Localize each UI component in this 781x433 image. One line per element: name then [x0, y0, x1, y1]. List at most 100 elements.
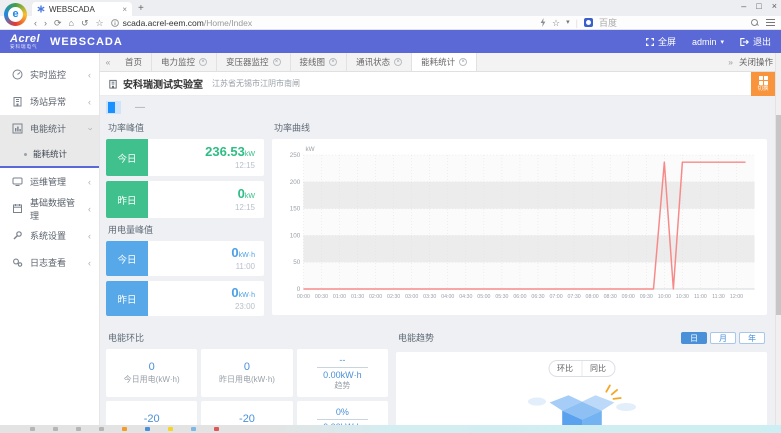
tab-wiring-diagram[interactable]: 接线图× — [291, 53, 348, 71]
user-menu[interactable]: admin ▾ — [692, 37, 724, 47]
taskbar-icon[interactable] — [99, 427, 104, 431]
svg-text:10:00: 10:00 — [658, 294, 671, 300]
svg-text:07:30: 07:30 — [568, 294, 581, 300]
taskbar-icon[interactable] — [191, 427, 196, 431]
search-icon[interactable] — [751, 19, 759, 27]
favorites-star-icon[interactable]: ☆ — [96, 17, 104, 29]
new-tab-button[interactable]: + — [138, 2, 144, 16]
svg-text:06:00: 06:00 — [513, 294, 526, 300]
month-trend-cell: 0% 0.00kW·h 趋势 — [297, 401, 388, 425]
address-bar: ‹ › ⟳ ⌂ ↺ ☆ scada.acrel-eem.com/Home/Ind… — [0, 16, 781, 30]
range-year-button[interactable]: 年 — [739, 332, 765, 344]
tab-home[interactable]: 首页 — [116, 53, 152, 71]
favicon-asterisk-icon — [37, 5, 45, 13]
svg-text:01:30: 01:30 — [351, 294, 364, 300]
tab-energy-stats[interactable]: 能耗统计 × — [412, 53, 477, 71]
url-path: /Home/Index — [204, 18, 252, 28]
sidebar-item-label: 运维管理 — [30, 175, 66, 188]
scrollbar-thumb[interactable] — [776, 115, 781, 315]
tab-transformer-monitor[interactable]: 变压器监控× — [217, 53, 291, 71]
logout-icon — [740, 38, 749, 46]
tab-close-icon[interactable]: × — [459, 58, 467, 66]
dropdown-chevron-icon[interactable]: ▾ — [566, 17, 570, 29]
legend-mom-pill[interactable]: 环比 — [549, 361, 581, 376]
svg-text:50: 50 — [293, 259, 301, 266]
taskbar-icon[interactable] — [30, 427, 35, 431]
value: -20 — [239, 412, 255, 425]
power-curve-svg[interactable]: 00:0000:3001:0001:3002:0002:3003:0003:30… — [276, 143, 763, 311]
tab-label: 能耗统计 — [421, 56, 455, 68]
chevron-left-icon: ‹ — [88, 97, 91, 107]
sidebar-item-realtime-monitor[interactable]: 实时监控 ‹ — [0, 61, 99, 88]
svg-text:02:00: 02:00 — [369, 294, 382, 300]
power-peak-today-time: 12:15 — [235, 161, 255, 171]
svg-text:09:00: 09:00 — [622, 294, 635, 300]
url-host: scada.acrel-eem.com — [123, 18, 204, 28]
switch-station-button[interactable]: 切换 — [751, 72, 775, 96]
tab-power-monitor[interactable]: 电力监控× — [152, 53, 217, 71]
browser-tab[interactable]: WEBSCADA × — [32, 2, 132, 16]
taskbar-icon[interactable] — [145, 427, 150, 431]
taskbar-icon[interactable] — [76, 427, 81, 431]
energy-peak-title: 用电量峰值 — [108, 223, 264, 236]
sidebar-item-station-alarm[interactable]: 场站异常 ‹ — [0, 88, 99, 115]
acrel-logo: Acrel 安科瑞电气 — [10, 34, 40, 50]
close-operations-menu[interactable]: 关闭操作 — [739, 56, 773, 68]
url-field[interactable]: scada.acrel-eem.com/Home/Index — [111, 18, 533, 28]
power-peak-yesterday-value: 0 — [238, 186, 245, 201]
browser-tab-close-icon[interactable]: × — [122, 5, 127, 14]
baidu-icon[interactable] — [584, 18, 593, 27]
sidebar-item-om-management[interactable]: 运维管理 ‹ — [0, 168, 99, 195]
station-bar: 安科瑞测试实验室 江苏省无锡市江阴市南闸 切换 — [100, 72, 781, 96]
logout-label: 退出 — [753, 35, 771, 48]
yesterday-usage-cell: 0 昨日用电(kW·h) — [201, 349, 292, 397]
svg-text:07:00: 07:00 — [549, 294, 562, 300]
home-icon[interactable]: ⌂ — [69, 17, 74, 29]
back-icon[interactable]: ‹ — [34, 17, 37, 29]
label: 昨日用电(kW·h) — [219, 375, 275, 386]
window-close-button[interactable]: × — [772, 1, 777, 11]
chevron-left-icon: ‹ — [88, 70, 91, 80]
value: -20 — [144, 412, 160, 425]
browser-logo-letter: e — [8, 7, 23, 22]
reload-icon[interactable]: ⟳ — [54, 17, 62, 29]
energy-peak-yesterday-card: 昨日 0kW·h 23:00 — [106, 281, 264, 316]
sidebar-item-energy-stats[interactable]: 电能统计 ‹ — [0, 115, 99, 142]
empty-box-illustration — [516, 380, 648, 425]
history-icon[interactable]: ↺ — [81, 17, 89, 29]
station-name: 安科瑞测试实验室 — [123, 76, 203, 91]
sidebar-subitem-energy-consumption[interactable]: 能耗统计 — [0, 142, 99, 166]
taskbar-icon[interactable] — [214, 427, 219, 431]
fullscreen-button[interactable]: 全屏 — [646, 35, 676, 48]
legend-yoy-pill[interactable]: 同比 — [581, 361, 614, 376]
taskbar-icon[interactable] — [122, 427, 127, 431]
search-engine-label[interactable]: 百度 — [599, 16, 617, 29]
sidebar-item-basic-data[interactable]: 基础数据管理 ‹ — [0, 195, 99, 222]
fullscreen-label: 全屏 — [658, 35, 676, 48]
building-icon — [12, 96, 23, 107]
forward-icon[interactable]: › — [44, 17, 47, 29]
range-day-button[interactable]: 日 — [681, 332, 707, 344]
tabs-scroll-right-button[interactable]: » — [728, 57, 733, 67]
sidebar-item-system-settings[interactable]: 系统设置 ‹ — [0, 222, 99, 249]
window-maximize-button[interactable]: □ — [756, 1, 761, 11]
range-month-button[interactable]: 月 — [710, 332, 736, 344]
tab-close-icon[interactable]: × — [329, 58, 337, 66]
tab-close-icon[interactable]: × — [273, 58, 281, 66]
today-label: 今日 — [106, 139, 148, 176]
tabs-scroll-left-button[interactable]: « — [100, 53, 116, 71]
logout-button[interactable]: 退出 — [740, 35, 771, 48]
tab-close-icon[interactable]: × — [199, 58, 207, 66]
flash-pin-icon[interactable] — [540, 18, 546, 27]
user-caret-icon: ▾ — [720, 38, 724, 46]
bookmark-star-icon[interactable]: ☆ — [552, 17, 560, 29]
tab-comm-status[interactable]: 通讯状态× — [347, 53, 412, 71]
product-title: WEBSCADA — [50, 36, 123, 48]
menu-icon[interactable] — [766, 19, 775, 26]
taskbar-icon[interactable] — [53, 427, 58, 431]
browser-logo-icon[interactable]: e — [4, 3, 27, 26]
window-minimize-button[interactable]: – — [741, 1, 746, 11]
taskbar-icon[interactable] — [168, 427, 173, 431]
sidebar-item-log-view[interactable]: 日志查看 ‹ — [0, 249, 99, 276]
tab-close-icon[interactable]: × — [394, 58, 402, 66]
